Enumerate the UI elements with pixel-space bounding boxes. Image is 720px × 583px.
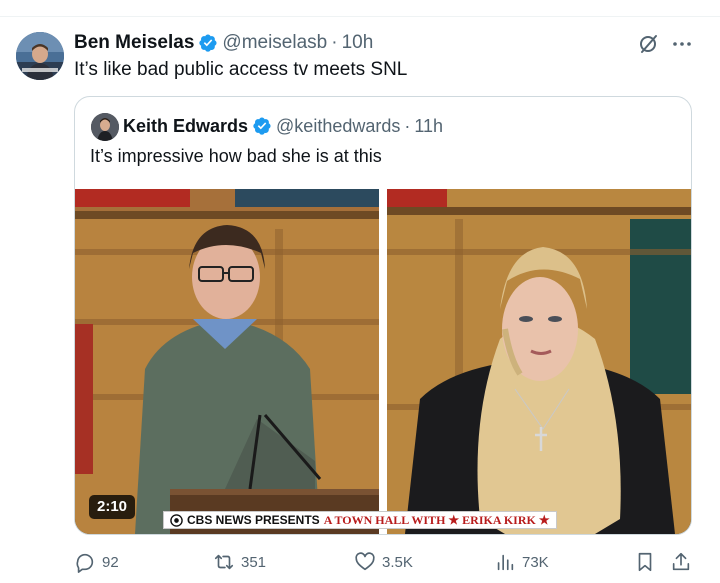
views-button[interactable]: 73K [494, 548, 549, 576]
bookmark-button[interactable] [634, 548, 656, 576]
reply-icon [76, 553, 94, 573]
share-icon [672, 552, 690, 571]
right-video-panel [387, 189, 691, 534]
quoted-tweet-header: Keith Edwards @keithedwards · 11h [123, 114, 443, 138]
reply-button[interactable]: 92 [74, 548, 119, 576]
quoted-author-avatar[interactable] [91, 113, 119, 141]
more-icon[interactable] [670, 32, 694, 56]
separator-dot: · [331, 32, 338, 53]
views-count: 73K [522, 553, 549, 571]
share-button[interactable] [670, 548, 692, 576]
verified-badge-icon [253, 117, 271, 135]
video-frame [75, 189, 691, 534]
news-chyron: CBS NEWS PRESENTS A TOWN HALL WITH ★ ERI… [163, 511, 557, 529]
cbs-eye-logo-icon [170, 513, 183, 527]
quoted-tweet-time[interactable]: 11h [414, 116, 443, 137]
views-icon [497, 554, 514, 571]
video-player[interactable]: 2:10 CBS NEWS PRESENTS A TOWN HALL WITH … [75, 189, 691, 534]
author-avatar[interactable] [16, 32, 64, 80]
quoted-tweet-text: It’s impressive how bad she is at this [90, 146, 382, 166]
tweet-header: Ben Meiselas @meiselasb · 10h [74, 30, 373, 56]
quoted-author-name[interactable]: Keith Edwards [123, 116, 248, 137]
like-button[interactable]: 3.5K [354, 548, 413, 576]
tweet-time[interactable]: 10h [342, 32, 374, 54]
grok-icon[interactable] [637, 32, 661, 56]
repost-icon [214, 554, 234, 570]
reply-count: 92 [102, 553, 119, 571]
separator-dot: · [404, 115, 411, 136]
like-count: 3.5K [382, 553, 413, 571]
repost-button[interactable]: 351 [213, 548, 266, 576]
left-video-panel [75, 189, 380, 534]
tweet-text: It’s like bad public access tv meets SNL [74, 59, 408, 80]
quoted-author-handle[interactable]: @keithedwards [276, 116, 400, 137]
quoted-tweet-card[interactable]: Keith Edwards @keithedwards · 11h It’s i… [74, 96, 692, 535]
top-divider [0, 16, 720, 17]
repost-count: 351 [241, 553, 267, 571]
bookmark-icon [638, 552, 652, 572]
tweet-action-bar: 92 351 3.5K 73K [74, 548, 694, 576]
chyron-show-title: A TOWN HALL WITH ★ ERIKA KIRK ★ [323, 512, 550, 527]
author-name[interactable]: Ben Meiselas [74, 32, 194, 54]
author-handle[interactable]: @meiselasb [222, 32, 327, 54]
video-duration: 2:10 [89, 495, 136, 519]
chyron-network: CBS NEWS PRESENTS [187, 513, 320, 527]
like-icon [355, 552, 375, 571]
verified-badge-icon [199, 34, 217, 52]
